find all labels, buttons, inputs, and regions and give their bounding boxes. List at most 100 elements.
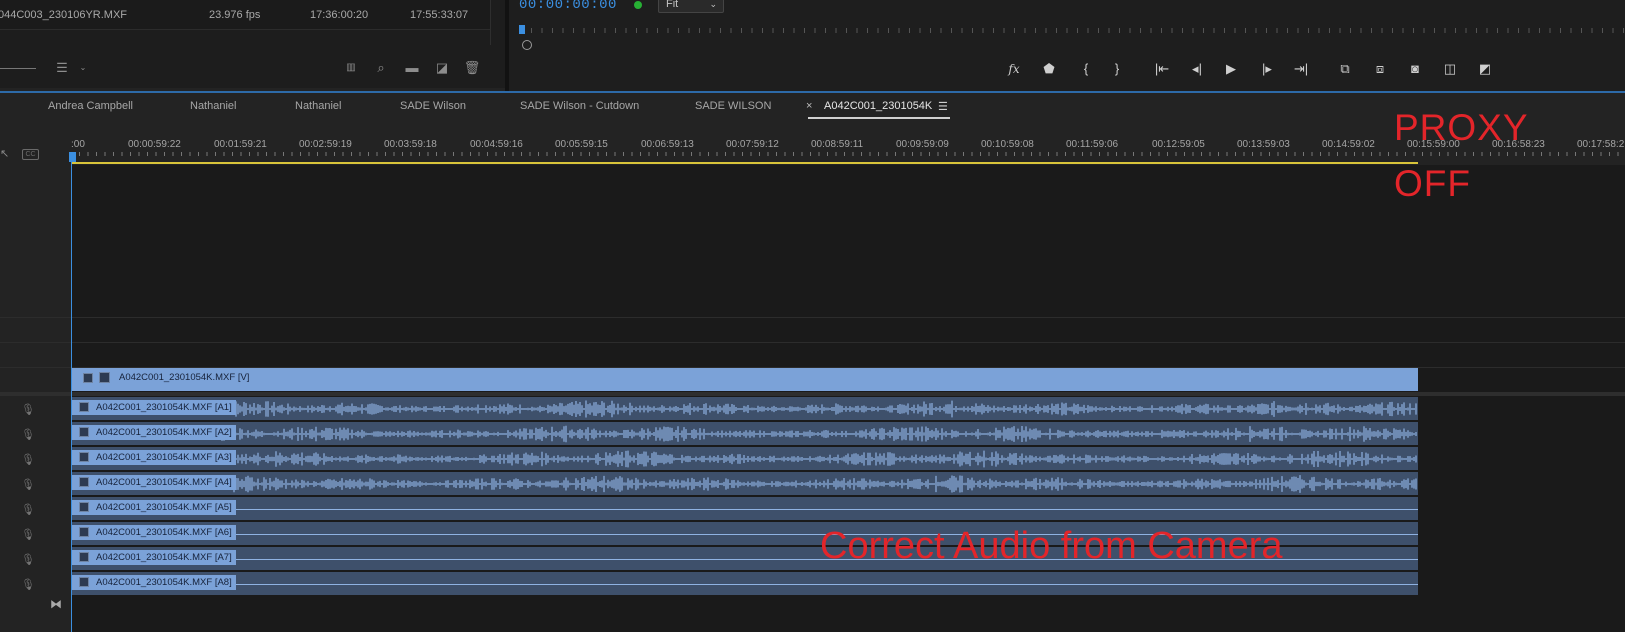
audio-clip-a3[interactable]: A042C001_2301054K.MXF [A3]	[72, 447, 1418, 470]
trash-icon[interactable]: 🗑	[463, 59, 481, 77]
marker-icon[interactable]: ⬟	[1038, 58, 1060, 80]
microphone-icon[interactable]: 🎙	[21, 553, 35, 566]
audio-waveform	[221, 475, 1417, 493]
tab-sade-wilson-caps[interactable]: SADE WILSON	[695, 100, 771, 112]
ruler-ticks	[71, 152, 1619, 156]
chevron-down-icon[interactable]: ⌄	[74, 59, 92, 77]
microphone-icon[interactable]: 🎙	[21, 528, 35, 541]
status-dot-icon	[634, 1, 642, 9]
fx-badge-icon	[79, 402, 89, 412]
ruler-tick-label: 00:10:59:08	[981, 139, 1034, 150]
play-icon[interactable]: ▶	[1220, 58, 1242, 80]
audio-flatline	[72, 584, 1418, 585]
folder-icon[interactable]: ▬	[403, 59, 421, 77]
wrench-icon[interactable]: ↖	[0, 147, 9, 160]
playhead-handle[interactable]	[69, 152, 76, 162]
tab-menu-icon[interactable]: ☰	[938, 100, 948, 113]
timeline-end-icon[interactable]: ⧓	[50, 597, 62, 611]
mark-out-icon[interactable]: }	[1106, 58, 1128, 80]
track-headers	[0, 125, 71, 632]
new-item-icon[interactable]: ◪	[433, 59, 451, 77]
tab-a042c001[interactable]: A042C001_2301054K	[824, 100, 932, 112]
automate-icon[interactable]: ▥	[342, 59, 360, 77]
ruler-tick-label: 00:17:58:2	[1577, 139, 1625, 150]
audio-waveform	[221, 450, 1417, 468]
project-item-row[interactable]: 044C003_230106YR.MXF 23.976 fps 17:36:00…	[0, 0, 490, 30]
audio-clip-name: A042C001_2301054K.MXF [A7]	[96, 552, 232, 563]
proxy-annotation: PROXY OFF	[1394, 100, 1529, 212]
ruler-tick-label: 00:00:59:22	[128, 139, 181, 150]
fx-badge-icon	[79, 477, 89, 487]
audio-clip-a8[interactable]: A042C001_2301054K.MXF [A8]	[72, 572, 1418, 595]
video-audio-divider[interactable]	[0, 392, 1625, 396]
clip-fps: 23.976 fps	[209, 9, 261, 21]
video-clip[interactable]: A042C001_2301054K.MXF [V]	[72, 368, 1418, 391]
microphone-icon[interactable]: 🎙	[21, 403, 35, 416]
zoom-select[interactable]: Fit ⌄	[658, 0, 724, 13]
playhead-line	[71, 152, 72, 632]
audio-clip-a4[interactable]: A042C001_2301054K.MXF [A4]	[72, 472, 1418, 495]
ruler-tick-label: 00:06:59:13	[641, 139, 694, 150]
ruler-tick-label: 00:14:59:02	[1322, 139, 1375, 150]
monitor-playhead[interactable]	[519, 25, 525, 34]
sort-icon[interactable]: ☰	[53, 59, 71, 77]
ruler-tick-label: 00:09:59:09	[896, 139, 949, 150]
search-icon[interactable]: ⌕	[372, 59, 390, 77]
ruler-tick-label: 00:13:59:03	[1237, 139, 1290, 150]
step-back-icon[interactable]: ◂|	[1186, 58, 1208, 80]
comparison-view-icon[interactable]: ◫	[1439, 58, 1461, 80]
cc-icon[interactable]: CC	[22, 149, 39, 160]
audio-clip-a2[interactable]: A042C001_2301054K.MXF [A2]	[72, 422, 1418, 445]
ruler-tick-label: 00:11:59:06	[1066, 139, 1119, 150]
work-area-bar[interactable]	[72, 162, 1418, 164]
tab-andrea-campbell[interactable]: Andrea Campbell	[48, 100, 133, 112]
go-to-in-icon[interactable]: |⇤	[1151, 58, 1173, 80]
fx-badge-icon	[79, 527, 89, 537]
fx-badge-icon	[79, 452, 89, 462]
tab-nathaniel-1[interactable]: Nathaniel	[190, 100, 236, 112]
camera-icon[interactable]: ◙	[1404, 58, 1426, 80]
audio-waveform	[221, 425, 1417, 443]
fx-badge-icon	[79, 427, 89, 437]
audio-clip-a5[interactable]: A042C001_2301054K.MXF [A5]	[72, 497, 1418, 520]
ruler-tick-label: 00:08:59:11	[811, 139, 864, 150]
fx-badge-icon	[83, 373, 93, 383]
clip-start: 17:36:00:20	[310, 9, 369, 21]
tab-sade-wilson-cutdown[interactable]: SADE Wilson - Cutdown	[520, 100, 639, 112]
fx-badge-icon	[79, 552, 89, 562]
fx-icon[interactable]: fx	[1003, 58, 1025, 80]
tab-nathaniel-2[interactable]: Nathaniel	[295, 100, 341, 112]
go-to-out-icon[interactable]: ⇥|	[1290, 58, 1312, 80]
extract-icon[interactable]: ⧈	[1369, 58, 1391, 80]
audio-clip-a1[interactable]: A042C001_2301054K.MXF [A1]	[72, 397, 1418, 420]
microphone-icon[interactable]: 🎙	[21, 478, 35, 491]
microphone-icon[interactable]: 🎙	[21, 503, 35, 516]
ruler-tick-label: 00:12:59:05	[1152, 139, 1205, 150]
monitor-scrub-ruler[interactable]	[521, 28, 1625, 42]
tab-close-icon[interactable]: ×	[806, 100, 812, 112]
step-forward-icon[interactable]: |▸	[1256, 58, 1278, 80]
microphone-icon[interactable]: 🎙	[21, 578, 35, 591]
zoom-slider[interactable]	[0, 68, 36, 69]
ruler-tick-label: :00	[71, 139, 85, 150]
lift-icon[interactable]: ⧉	[1334, 58, 1356, 80]
tab-sade-wilson[interactable]: SADE Wilson	[400, 100, 466, 112]
audio-clip-name: A042C001_2301054K.MXF [A8]	[96, 577, 232, 588]
proxy-toggle-icon[interactable]: ◩	[1474, 58, 1496, 80]
audio-annotation: Correct Audio from Camera	[820, 525, 1283, 567]
zoom-value: Fit	[666, 0, 679, 10]
ruler-tick-label: 00:03:59:18	[384, 139, 437, 150]
ruler-tick-label: 00:01:59:21	[214, 139, 267, 150]
program-timecode[interactable]: 00:00:00:00	[519, 0, 617, 13]
monitor-scroll-handle[interactable]	[522, 40, 532, 50]
chevron-down-icon: ⌄	[709, 0, 717, 9]
video-clip-name: A042C001_2301054K.MXF [V]	[119, 372, 250, 383]
audio-clip-name: A042C001_2301054K.MXF [A6]	[96, 527, 232, 538]
mark-in-icon[interactable]: {	[1075, 58, 1097, 80]
ruler-tick-label: 00:02:59:19	[299, 139, 352, 150]
ruler-tick-label: 00:04:59:16	[470, 139, 523, 150]
link-icon	[99, 372, 110, 383]
microphone-icon[interactable]: 🎙	[21, 453, 35, 466]
project-toolbar: ☰ ⌄ ▥ ⌕ ▬ ◪ 🗑	[0, 45, 505, 88]
microphone-icon[interactable]: 🎙	[21, 428, 35, 441]
